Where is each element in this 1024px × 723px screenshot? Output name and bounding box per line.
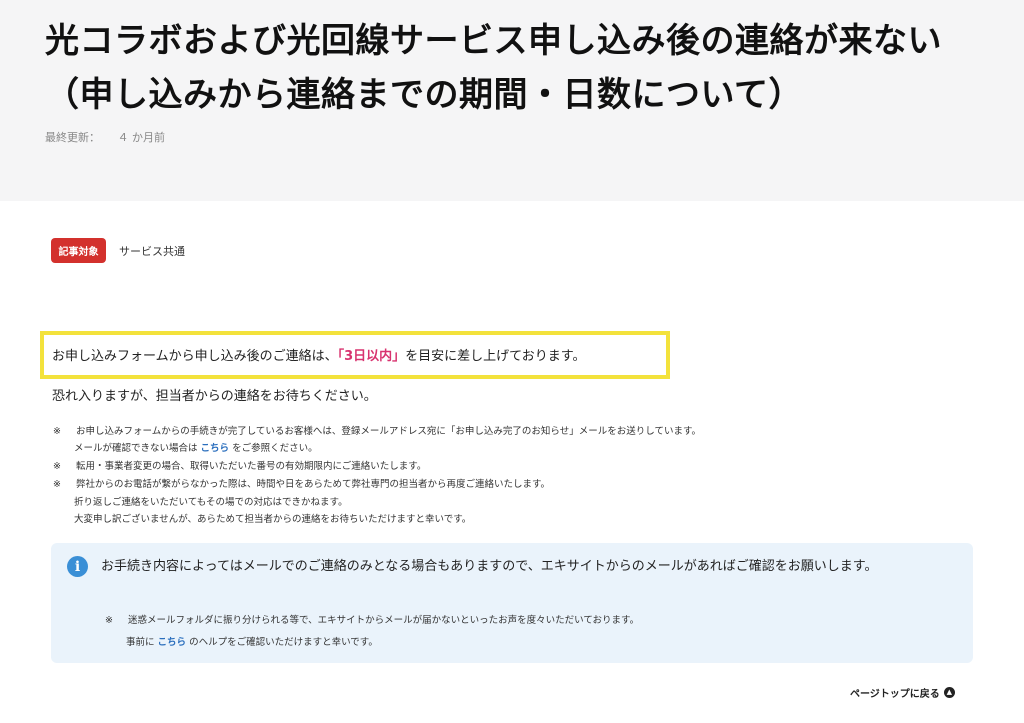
note-mark: ※	[53, 461, 61, 472]
note-1-line2-after: をご参照ください。	[232, 443, 318, 454]
lead-text: お申し込みフォームから申し込み後のご連絡は、「3日以内」を目安に差し上げておりま…	[52, 345, 585, 364]
article-target-badge: 記事対象	[51, 238, 106, 263]
info-note-line2: 事前に こちら のヘルプをご確認いただけますと幸いです。	[126, 634, 378, 648]
article-header: 光コラボおよび光回線サービス申し込み後の連絡が来ない（申し込みから連絡までの期間…	[0, 0, 1024, 201]
chevron-up-icon: ▲	[943, 687, 955, 698]
page-title: 光コラボおよび光回線サービス申し込み後の連絡が来ない（申し込みから連絡までの期間…	[45, 21, 942, 115]
note-3-line2: 折り返しご連絡をいただいてもその場での対応はできかねます。	[74, 497, 348, 508]
lead-emphasis: 「3日以内」	[337, 349, 406, 364]
info-note-line2-before: 事前に	[126, 637, 155, 648]
note-1-link[interactable]: こちら	[201, 443, 230, 454]
note-3-line3: 大変申し訳ございませんが、あらためて担当者からの連絡をお待ちいただけますと幸いで…	[74, 514, 472, 525]
info-note-mark: ※	[105, 615, 113, 626]
last-updated-label: 最終更新：	[45, 131, 100, 144]
note-mark: ※	[53, 479, 61, 490]
note-3-line1: ※ 弊社からのお電話が繋がらなかった際は、時間や日をあらためて弊社専門の担当者か…	[53, 476, 550, 490]
note-1-line2-before: メールが確認できない場合は	[74, 443, 198, 454]
lead-after: を目安に差し上げております。	[405, 349, 586, 364]
info-note-text: 迷惑メールフォルダに振り分けられる等で、エキサイトからメールが届かないといったお…	[128, 615, 640, 626]
page-top-link[interactable]: ページトップに戻る ▲	[850, 685, 955, 700]
note-2-text: 転用・事業者変更の場合、取得いただいた番号の有効期限内にご連絡いたします。	[76, 461, 427, 472]
last-updated: 最終更新： ４ か月前	[45, 129, 165, 145]
note-1-line2: メールが確認できない場合は こちら をご参照ください。	[74, 440, 318, 454]
article-target-text: サービス共通	[119, 245, 185, 258]
page-top-label: ページトップに戻る	[850, 689, 940, 700]
lead-text-2: 恐れ入りますが、担当者からの連絡をお待ちください。	[52, 389, 377, 404]
note-2: ※ 転用・事業者変更の場合、取得いただいた番号の有効期限内にご連絡いたします。	[53, 458, 426, 472]
info-main-text: お手続き内容によってはメールでのご連絡のみとなる場合もありますので、エキサイトか…	[101, 559, 878, 574]
note-mark: ※	[53, 426, 61, 437]
info-icon: i	[67, 556, 88, 577]
info-note-line2-after: のヘルプをご確認いただけますと幸いです。	[189, 637, 378, 648]
info-box: i お手続き内容によってはメールでのご連絡のみとなる場合もありますので、エキサイ…	[51, 543, 973, 663]
note-1-line1: ※ お申し込みフォームからの手続きが完了しているお客様へは、登録メールアドレス宛…	[53, 423, 701, 437]
info-note-line1: ※ 迷惑メールフォルダに振り分けられる等で、エキサイトからメールが届かないといっ…	[105, 612, 639, 626]
note-3-text: 弊社からのお電話が繋がらなかった際は、時間や日をあらためて弊社専門の担当者から再…	[76, 479, 551, 490]
info-note-link[interactable]: こちら	[158, 637, 187, 648]
note-1-text: お申し込みフォームからの手続きが完了しているお客様へは、登録メールアドレス宛に「…	[76, 426, 702, 437]
lead-before: お申し込みフォームから申し込み後のご連絡は、	[52, 349, 338, 364]
last-updated-value: ４ か月前	[117, 131, 166, 144]
